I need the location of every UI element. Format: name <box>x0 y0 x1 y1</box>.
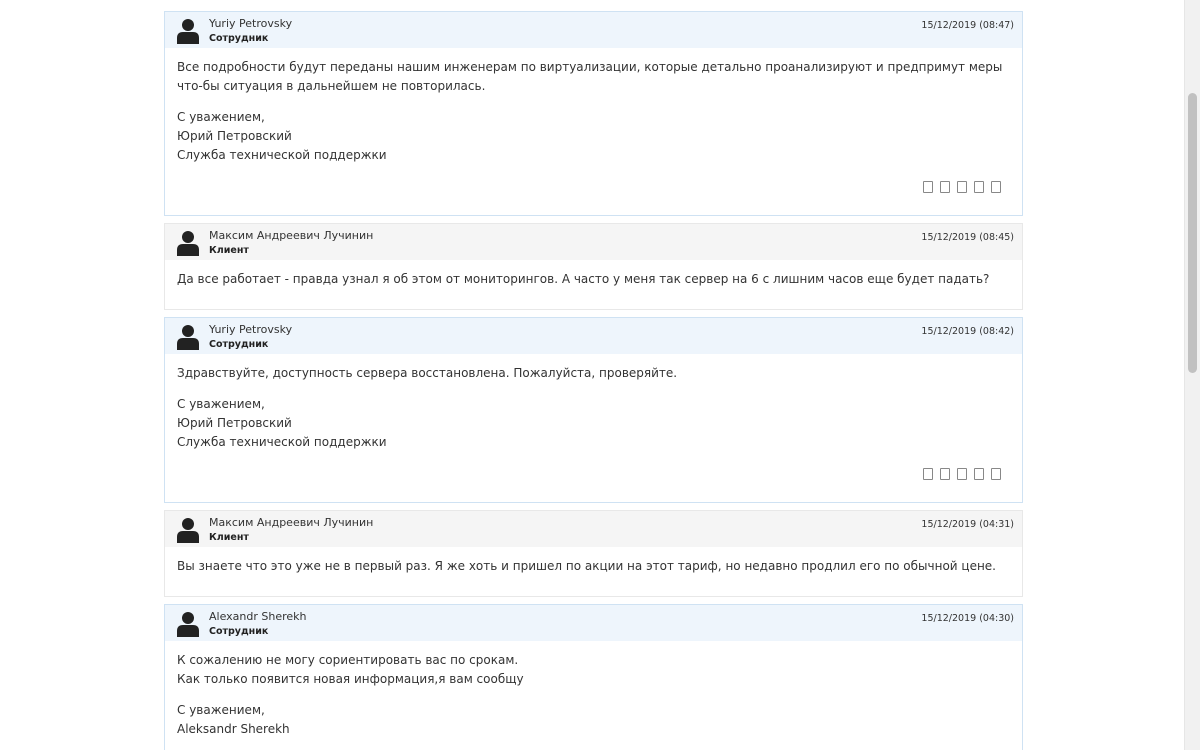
message-paragraph: Все подробности будут переданы нашим инж… <box>177 58 1010 96</box>
reply-header: Alexandr Sherekh Сотрудник 15/12/2019 (0… <box>165 605 1022 641</box>
rating-star-icon[interactable] <box>940 181 950 193</box>
rating-star-icon[interactable] <box>940 468 950 480</box>
reply-author-name: Максим Андреевич Лучинин <box>209 229 374 242</box>
reply-author-role: Клиент <box>209 532 249 543</box>
message-paragraph: С уважением, Юрий Петровский Служба технич… <box>177 395 1010 452</box>
rating-star-icon[interactable] <box>923 468 933 480</box>
reply-message: Вы знаете что это уже не в первый раз. Я… <box>165 547 1022 596</box>
message-line: Юрий Петровский <box>177 129 292 143</box>
user-avatar-icon <box>177 231 199 256</box>
message-line: С уважением, <box>177 110 265 124</box>
message-paragraph: Здравствуйте, доступность сервера восста… <box>177 364 1010 383</box>
rating-star-icon[interactable] <box>974 181 984 193</box>
message-line: С уважением, <box>177 397 265 411</box>
reply-message: Да все работает - правда узнал я об этом… <box>165 260 1022 309</box>
message-paragraph: Вы знаете что это уже не в первый раз. Я… <box>177 557 1010 576</box>
message-line: Aleksandr Sherekh <box>177 722 290 736</box>
user-avatar-icon <box>177 19 199 44</box>
reply-author-name: Alexandr Sherekh <box>209 610 307 623</box>
reply-date: 15/12/2019 (08:47) <box>921 20 1014 31</box>
rating-star-icon[interactable] <box>974 468 984 480</box>
rating-star-icon[interactable] <box>957 181 967 193</box>
user-avatar-icon <box>177 518 199 543</box>
reply-author-name: Yuriy Petrovsky <box>209 323 293 336</box>
reply-header: Максим Андреевич Лучинин Клиент 15/12/20… <box>165 511 1022 547</box>
message-line: Как только появится новая информация,я в… <box>177 672 524 686</box>
reply-author-role: Клиент <box>209 245 249 256</box>
ticket-reply: Alexandr Sherekh Сотрудник 15/12/2019 (0… <box>164 604 1023 750</box>
message-line: Служба технической поддержки <box>177 148 387 162</box>
reply-date: 15/12/2019 (04:31) <box>921 519 1014 530</box>
message-line: С уважением, <box>177 703 265 717</box>
message-paragraph: К сожалению не могу сориентировать вас п… <box>177 651 1010 689</box>
reply-author-name: Максим Андреевич Лучинин <box>209 516 374 529</box>
rating-stars <box>923 468 1001 480</box>
reply-author-role: Сотрудник <box>209 626 269 637</box>
reply-message: К сожалению не могу сориентировать вас п… <box>165 641 1022 750</box>
reply-header: Yuriy Petrovsky Сотрудник 15/12/2019 (08… <box>165 12 1022 48</box>
scrollbar-thumb[interactable] <box>1188 93 1197 373</box>
message-line: К сожалению не могу сориентировать вас п… <box>177 653 519 667</box>
ticket-reply-thread: Yuriy Petrovsky Сотрудник 15/12/2019 (08… <box>164 11 1023 750</box>
message-line: Юрий Петровский <box>177 416 292 430</box>
page-scrollbar[interactable] <box>1184 0 1200 750</box>
reply-date: 15/12/2019 (08:45) <box>921 232 1014 243</box>
user-avatar-icon <box>177 325 199 350</box>
reply-rating <box>165 177 1022 215</box>
ticket-page: Yuriy Petrovsky Сотрудник 15/12/2019 (08… <box>0 0 1200 750</box>
rating-star-icon[interactable] <box>991 468 1001 480</box>
message-paragraph: С уважением, Aleksandr Sherekh <box>177 701 1010 739</box>
user-avatar-icon <box>177 612 199 637</box>
rating-star-icon[interactable] <box>957 468 967 480</box>
reply-author-role: Сотрудник <box>209 33 269 44</box>
message-paragraph: С уважением, Юрий Петровский Служба технич… <box>177 108 1010 165</box>
reply-date: 15/12/2019 (04:30) <box>921 613 1014 624</box>
message-line: Все подробности будут переданы нашим инж… <box>177 60 1003 93</box>
ticket-reply: Yuriy Petrovsky Сотрудник 15/12/2019 (08… <box>164 11 1023 216</box>
reply-message: Все подробности будут переданы нашим инж… <box>165 48 1022 177</box>
reply-rating <box>165 464 1022 502</box>
message-paragraph: Да все работает - правда узнал я об этом… <box>177 270 1010 289</box>
rating-star-icon[interactable] <box>991 181 1001 193</box>
reply-date: 15/12/2019 (08:42) <box>921 326 1014 337</box>
ticket-reply: Максим Андреевич Лучинин Клиент 15/12/20… <box>164 510 1023 597</box>
reply-author-role: Сотрудник <box>209 339 269 350</box>
message-line: Да все работает - правда узнал я об этом… <box>177 272 990 286</box>
rating-star-icon[interactable] <box>923 181 933 193</box>
reply-author-name: Yuriy Petrovsky <box>209 17 293 30</box>
reply-message: Здравствуйте, доступность сервера восста… <box>165 354 1022 464</box>
rating-stars <box>923 181 1001 193</box>
ticket-reply: Yuriy Petrovsky Сотрудник 15/12/2019 (08… <box>164 317 1023 503</box>
ticket-reply: Максим Андреевич Лучинин Клиент 15/12/20… <box>164 223 1023 310</box>
message-line: Вы знаете что это уже не в первый раз. Я… <box>177 559 996 573</box>
message-line: Служба технической поддержки <box>177 435 387 449</box>
reply-header: Максим Андреевич Лучинин Клиент 15/12/20… <box>165 224 1022 260</box>
message-line: Здравствуйте, доступность сервера восста… <box>177 366 678 380</box>
reply-header: Yuriy Petrovsky Сотрудник 15/12/2019 (08… <box>165 318 1022 354</box>
